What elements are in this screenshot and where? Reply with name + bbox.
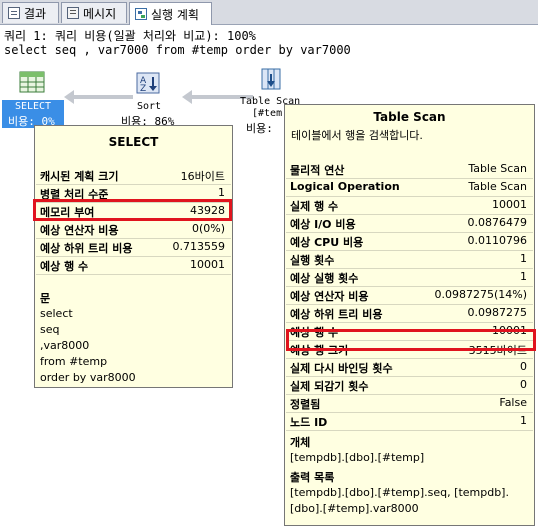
property-name: 예상 하위 트리 비용 bbox=[290, 308, 383, 321]
statement-line: from #temp bbox=[40, 355, 108, 368]
property-row: 예상 CPU 비용 0.0110796 bbox=[286, 233, 533, 251]
property-name: 실제 되감기 횟수 bbox=[290, 380, 369, 393]
statement-line: select bbox=[40, 307, 73, 320]
property-value: 1 bbox=[218, 186, 225, 199]
property-value: 0 bbox=[520, 378, 527, 391]
property-value: 1 bbox=[520, 252, 527, 265]
property-name: 정렬됨 bbox=[290, 398, 321, 411]
tab-results-label: 결과 bbox=[24, 6, 47, 21]
grid-icon bbox=[8, 7, 20, 19]
property-value: False bbox=[499, 396, 527, 409]
property-value: 1 bbox=[520, 414, 527, 427]
property-row: 정렬됨 False bbox=[286, 395, 533, 413]
execution-plan-icon bbox=[135, 8, 147, 20]
sort-node-label: Sort bbox=[136, 101, 162, 112]
message-icon bbox=[67, 7, 79, 19]
property-row: 실제 행 수 10001 bbox=[286, 197, 533, 215]
property-name: 물리적 연산 bbox=[290, 164, 345, 177]
property-row: 예상 실행 횟수 1 bbox=[286, 269, 533, 287]
property-name: 예상 하위 트리 비용 bbox=[40, 242, 133, 255]
property-row: 실행 횟수 1 bbox=[286, 251, 533, 269]
property-value: Table Scan bbox=[468, 180, 527, 193]
tab-results[interactable]: 결과 bbox=[2, 2, 59, 23]
select-tooltip-title: SELECT bbox=[108, 135, 159, 149]
property-name: 실제 다시 바인딩 횟수 bbox=[290, 362, 393, 375]
property-value: 16바이트 bbox=[180, 170, 225, 183]
property-value: 0(0%) bbox=[191, 222, 225, 235]
table-scan-tooltip-description: 테이블에서 행을 검색합니다. bbox=[291, 129, 423, 142]
table-scan-tooltip-properties: 물리적 연산 Table Scan Logical Operation Table … bbox=[286, 161, 533, 431]
property-value: 1 bbox=[520, 270, 527, 283]
property-name: 예상 행 수 bbox=[40, 260, 89, 273]
property-row: 실제 다시 바인딩 횟수 0 bbox=[286, 359, 533, 377]
select-operator-icon bbox=[19, 71, 45, 93]
property-row: 예상 I/O 비용 0.0876479 bbox=[286, 215, 533, 233]
property-name: 예상 CPU 비용 bbox=[290, 236, 364, 249]
property-value: 0.0110796 bbox=[467, 234, 528, 247]
table-scan-tooltip-title: Table Scan bbox=[373, 110, 446, 124]
query-cost-header: 쿼리 1: 쿼리 비용(일괄 처리와 비교): 100% bbox=[4, 29, 256, 43]
row-size-highlight bbox=[286, 329, 536, 351]
select-tooltip-properties: 캐시된 계획 크기 16바이트 병렬 처리 수준 1 메모리 부여 43928 예상 … bbox=[36, 167, 231, 275]
tab-execution-plan[interactable]: 실행 계획 bbox=[129, 2, 212, 25]
property-row: 물리적 연산 Table Scan bbox=[286, 161, 533, 179]
property-name: 실행 횟수 bbox=[290, 254, 335, 267]
select-node-highlight: SELECT 비용: 0% bbox=[2, 100, 64, 128]
property-name: 예상 연산자 비용 bbox=[290, 290, 369, 303]
table-scan-node-cost: 비용: bbox=[246, 122, 280, 135]
sort-operator-icon: A Z bbox=[136, 72, 160, 94]
property-row: 실제 되감기 횟수 0 bbox=[286, 377, 533, 395]
property-row: 예상 연산자 비용 0(0%) bbox=[36, 221, 231, 239]
output-list-line: [dbo].[#temp].var8000 bbox=[290, 502, 419, 515]
tab-execution-plan-label: 실행 계획 bbox=[151, 7, 199, 22]
tab-messages[interactable]: 메시지 bbox=[61, 2, 127, 23]
property-value: 0.0987275 bbox=[467, 306, 528, 319]
tab-messages-label: 메시지 bbox=[83, 6, 117, 21]
property-value: 0.713559 bbox=[172, 240, 226, 253]
statement-line: order by var8000 bbox=[40, 371, 136, 384]
property-name: 캐시된 계획 크기 bbox=[40, 170, 119, 183]
statement-line: ,var8000 bbox=[40, 339, 90, 352]
property-name: 노드 ID bbox=[290, 416, 328, 429]
property-row: 예상 하위 트리 비용 0.0987275 bbox=[286, 305, 533, 323]
property-row: Logical Operation Table Scan bbox=[286, 179, 533, 197]
object-label: 개체 bbox=[290, 436, 311, 449]
svg-text:Z: Z bbox=[140, 84, 146, 94]
flow-arrow bbox=[73, 95, 133, 99]
property-name: 실제 행 수 bbox=[290, 200, 339, 213]
select-node-label: SELECT bbox=[14, 101, 52, 112]
memory-grant-highlight bbox=[33, 199, 232, 221]
output-list-label: 출력 목록 bbox=[290, 471, 335, 484]
property-name: 예상 실행 횟수 bbox=[290, 272, 359, 285]
select-tooltip: SELECT 캐시된 계획 크기 16바이트 병렬 처리 수준 1 메모리 부여 43… bbox=[33, 125, 233, 388]
output-list-line: [tempdb].[dbo].[#temp].seq, [tempdb]. bbox=[290, 486, 509, 499]
property-row: 예상 연산자 비용 0.0987275(14%) bbox=[286, 287, 533, 305]
property-value: 0.0876479 bbox=[467, 216, 528, 229]
statement-line: seq bbox=[40, 323, 60, 336]
property-row: 노드 ID 1 bbox=[286, 413, 533, 431]
property-value: 0.0987275(14%) bbox=[434, 288, 527, 301]
object-value: [tempdb].[dbo].[#temp] bbox=[290, 451, 425, 464]
property-row: 예상 행 수 10001 bbox=[36, 257, 231, 275]
property-name: 예상 I/O 비용 bbox=[290, 218, 356, 231]
property-row: 캐시된 계획 크기 16바이트 bbox=[36, 167, 231, 185]
property-value: 10001 bbox=[492, 198, 527, 211]
table-scan-operator-icon bbox=[261, 68, 281, 90]
table-scan-tooltip: Table Scan 테이블에서 행을 검색합니다. 물리적 연산 Table S… bbox=[284, 104, 536, 526]
property-value: 0 bbox=[520, 360, 527, 373]
property-row: 예상 하위 트리 비용 0.713559 bbox=[36, 239, 231, 257]
property-name: 예상 연산자 비용 bbox=[40, 224, 119, 237]
table-scan-node-object: [#tem bbox=[252, 108, 283, 119]
statement-label: 문 bbox=[40, 292, 51, 305]
query-sql-text: select seq , var7000 from #temp order by… bbox=[4, 43, 351, 57]
property-value: 10001 bbox=[190, 258, 225, 271]
results-tab-bar: 결과 메시지 실행 계획 bbox=[0, 0, 538, 25]
property-name: Logical Operation bbox=[290, 180, 400, 193]
property-value: Table Scan bbox=[468, 162, 527, 175]
